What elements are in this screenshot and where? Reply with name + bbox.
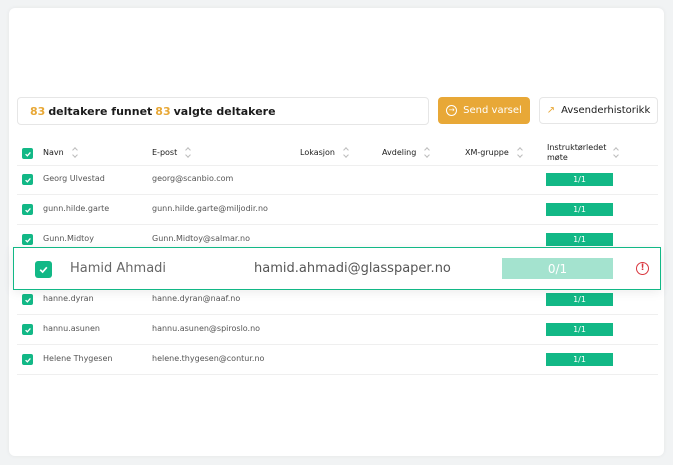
row-name: Hamid Ahmadi <box>70 261 167 276</box>
column-header-name[interactable]: Navn <box>43 148 79 157</box>
column-header-department[interactable]: Avdeling <box>382 148 431 157</box>
sort-icon <box>185 148 192 157</box>
sort-icon <box>72 148 79 157</box>
sort-icon <box>424 148 431 157</box>
header-name-label: Navn <box>43 148 64 157</box>
trend-arrow-icon: ↗ <box>546 105 556 116</box>
send-notification-button[interactable]: → Send varsel <box>438 97 530 124</box>
found-text: deltakere funnet <box>48 104 153 118</box>
sort-icon <box>613 148 620 157</box>
row-name: Georg Ulvestad <box>43 174 105 183</box>
column-header-instructor-meeting[interactable]: Instruktørledet møte <box>547 143 607 163</box>
meeting-status-badge: 0/1 <box>502 258 613 279</box>
select-all-checkbox[interactable] <box>22 148 33 159</box>
row-checkbox[interactable] <box>22 324 33 335</box>
row-checkbox[interactable] <box>22 354 33 365</box>
row-checkbox[interactable] <box>22 234 33 245</box>
found-count: 83 <box>30 104 46 118</box>
sort-icon <box>343 148 350 157</box>
selected-count: 83 <box>155 104 171 118</box>
row-email: hanne.dyran@naaf.no <box>152 294 241 303</box>
row-checkbox[interactable] <box>22 174 33 185</box>
header-department-label: Avdeling <box>382 148 417 157</box>
highlighted-table-row[interactable]: Hamid Ahmadi hamid.ahmadi@glasspaper.no … <box>13 247 661 290</box>
meeting-status-badge: 1/1 <box>546 173 613 186</box>
row-name: gunn.hilde.garte <box>43 204 110 213</box>
header-location-label: Lokasjon <box>300 148 335 157</box>
column-header-location[interactable]: Lokasjon <box>300 148 350 157</box>
sort-icon <box>517 148 524 157</box>
column-header-xm-group[interactable]: XM-gruppe <box>465 148 524 157</box>
column-header-email[interactable]: E-post <box>152 148 192 157</box>
row-name: hannu.asunen <box>43 324 100 333</box>
header-meeting-label: Instruktørledet møte <box>547 143 607 162</box>
row-name: hanne.dyran <box>43 294 94 303</box>
row-checkbox[interactable] <box>22 294 33 305</box>
row-name: Helene Thygesen <box>43 354 113 363</box>
sender-history-button[interactable]: ↗ Avsenderhistorikk <box>539 97 658 124</box>
meeting-status-badge: 1/1 <box>546 353 613 366</box>
meeting-status-badge: 1/1 <box>546 323 613 336</box>
send-button-label: Send varsel <box>463 105 522 116</box>
row-email: helene.thygesen@contur.no <box>152 354 265 363</box>
alert-circle-icon[interactable]: ! <box>636 262 649 275</box>
header-xm-group-label: XM-gruppe <box>465 148 509 157</box>
row-checkbox[interactable] <box>22 204 33 215</box>
meeting-status-badge: 1/1 <box>546 203 613 216</box>
row-name: Gunn.Midtoy <box>43 234 94 243</box>
row-email: gunn.hilde.garte@miljodir.no <box>152 204 268 213</box>
selected-text: valgte deltakere <box>173 104 276 118</box>
row-checkbox[interactable] <box>35 261 52 278</box>
row-email: hannu.asunen@spiroslo.no <box>152 324 261 333</box>
participants-summary: 83 deltakere funnet 83 valgte deltakere <box>17 97 429 125</box>
table-row[interactable]: gunn.hilde.garte gunn.hilde.garte@miljod… <box>17 195 658 225</box>
meeting-status-badge: 1/1 <box>546 293 613 306</box>
arrow-circle-right-icon: → <box>446 105 458 116</box>
table-row[interactable]: Helene Thygesen helene.thygesen@contur.n… <box>17 345 658 375</box>
table-row[interactable]: hannu.asunen hannu.asunen@spiroslo.no 1/… <box>17 315 658 345</box>
row-email: hamid.ahmadi@glasspaper.no <box>254 261 451 276</box>
row-email: Gunn.Midtoy@salmar.no <box>152 234 250 243</box>
history-button-label: Avsenderhistorikk <box>561 105 651 116</box>
row-email: georg@scanbio.com <box>152 174 234 183</box>
header-email-label: E-post <box>152 148 178 157</box>
table-row[interactable]: Georg Ulvestad georg@scanbio.com 1/1 <box>17 165 658 195</box>
meeting-status-badge: 1/1 <box>546 233 613 246</box>
